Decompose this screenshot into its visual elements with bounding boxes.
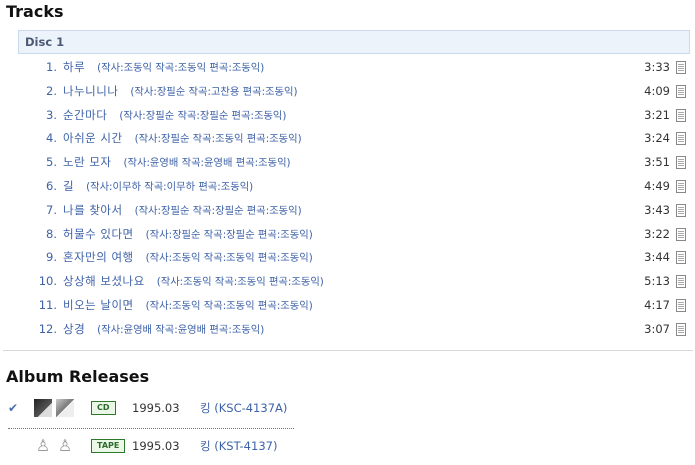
track-row: 1. 하루 (작사:조동익 작곡:조동익 편곡:조동익) 3:33 bbox=[18, 56, 690, 80]
track-title-link[interactable]: 아쉬운 시간 (작사:장필순 작곡:조동익 편곡:조동익) bbox=[63, 127, 302, 152]
release-date: 1995.03 bbox=[132, 401, 180, 415]
release-date: 1995.03 bbox=[132, 439, 180, 453]
lyrics-doc-icon[interactable] bbox=[676, 179, 686, 193]
figure-icon[interactable]: ♙ bbox=[56, 437, 74, 455]
track-credits: (작사:윤영배 작곡:윤영배 편곡:조동익) bbox=[123, 157, 291, 170]
track-row: 4. 아쉬운 시간 (작사:장필순 작곡:조동익 편곡:조동익) 3:24 bbox=[18, 127, 690, 151]
lyrics-doc-icon[interactable] bbox=[676, 84, 686, 98]
track-duration: 3:22 bbox=[644, 226, 670, 241]
track-credits: (작사:조동익 작곡:조동익 편곡:조동익) bbox=[145, 299, 313, 312]
track-credits: (작사:장필순 작곡:장필순 편곡:조동익) bbox=[145, 228, 313, 241]
album-cover-thumbnail[interactable] bbox=[34, 399, 52, 417]
lyrics-doc-icon[interactable] bbox=[676, 61, 686, 74]
track-row: 2. 나누니니나 (작사:장필순 작곡:고찬용 편곡:조동익) 4:09 bbox=[18, 80, 690, 104]
track-number: 12. bbox=[38, 321, 57, 336]
track-duration: 3:21 bbox=[644, 107, 670, 122]
album-cover-thumbnail[interactable] bbox=[56, 399, 74, 417]
track-title-link[interactable]: 상상해 보셨나요 (작사:조동익 작곡:조동익 편곡:조동익) bbox=[63, 270, 324, 295]
track-title-link[interactable]: 나누니니나 (작사:장필순 작곡:고찬용 편곡:조동익) bbox=[63, 80, 298, 105]
track-credits: (작사:윤영배 작곡:윤영배 편곡:조동익) bbox=[97, 323, 265, 336]
track-duration: 5:13 bbox=[644, 274, 670, 289]
track-row: 9. 혼자만의 여행 (작사:조동익 작곡:조동익 편곡:조동익) 3:44 bbox=[18, 246, 690, 270]
track-number: 11. bbox=[38, 297, 57, 312]
figure-icon[interactable]: ♙ bbox=[34, 437, 52, 455]
track-title-link[interactable]: 허물수 있다면 (작사:장필순 작곡:장필순 편곡:조동익) bbox=[63, 223, 313, 248]
track-number: 10. bbox=[38, 274, 57, 289]
release-label-link[interactable]: 킹 (KST-4137) bbox=[200, 434, 277, 458]
lyrics-doc-icon[interactable] bbox=[676, 132, 686, 146]
track-duration: 4:17 bbox=[644, 297, 670, 312]
track-credits: (작사:장필순 작곡:장필순 편곡:조동익) bbox=[134, 204, 302, 217]
track-title-link[interactable]: 길 (작사:이무하 작곡:이무하 편곡:조동익) bbox=[63, 175, 253, 200]
track-title-link[interactable]: 혼자만의 여행 (작사:조동익 작곡:조동익 편곡:조동익) bbox=[63, 246, 313, 271]
track-title-link[interactable]: 순간마다 (작사:장필순 작곡:장필순 편곡:조동익) bbox=[63, 104, 286, 129]
lyrics-doc-icon[interactable] bbox=[676, 322, 686, 336]
disc-header: Disc 1 bbox=[18, 30, 690, 54]
format-badge: CD bbox=[91, 401, 116, 415]
track-duration: 4:49 bbox=[644, 178, 670, 193]
lyrics-doc-icon[interactable] bbox=[676, 227, 686, 241]
track-row: 12. 상경 (작사:윤영배 작곡:윤영배 편곡:조동익) 3:07 bbox=[18, 318, 690, 342]
lyrics-doc-icon[interactable] bbox=[676, 298, 686, 312]
format-badge: TAPE bbox=[91, 439, 126, 453]
release-separator bbox=[8, 428, 294, 429]
album-releases-title: Album Releases bbox=[6, 367, 150, 386]
track-credits: (작사:조동익 작곡:조동익 편곡:조동익) bbox=[156, 276, 324, 289]
track-number: 4. bbox=[46, 131, 57, 146]
track-number: 2. bbox=[46, 83, 57, 98]
track-duration: 3:07 bbox=[644, 321, 670, 336]
track-number: 1. bbox=[46, 60, 57, 74]
track-title-link[interactable]: 나를 찾아서 (작사:장필순 작곡:장필순 편곡:조동익) bbox=[63, 199, 302, 224]
track-row: 5. 노란 모자 (작사:윤영배 작곡:윤영배 편곡:조동익) 3:51 bbox=[18, 151, 690, 175]
track-duration: 3:33 bbox=[644, 60, 670, 74]
lyrics-doc-icon[interactable] bbox=[676, 203, 686, 217]
disc-label: Disc 1 bbox=[25, 35, 65, 49]
track-credits: (작사:장필순 작곡:장필순 편곡:조동익) bbox=[119, 109, 287, 122]
lyrics-doc-icon[interactable] bbox=[676, 108, 686, 122]
lyrics-doc-icon[interactable] bbox=[676, 156, 686, 170]
lyrics-doc-icon[interactable] bbox=[676, 275, 686, 289]
track-credits: (작사:장필순 작곡:조동익 편곡:조동익) bbox=[134, 133, 302, 146]
track-number: 5. bbox=[46, 155, 57, 170]
tracks-section-title: Tracks bbox=[6, 2, 64, 21]
track-row: 11. 비오는 날이면 (작사:조동익 작곡:조동익 편곡:조동익) 4:17 bbox=[18, 294, 690, 318]
check-icon: ✔ bbox=[8, 401, 19, 415]
track-duration: 3:51 bbox=[644, 155, 670, 170]
track-duration: 3:43 bbox=[644, 202, 670, 217]
track-title-link[interactable]: 노란 모자 (작사:윤영배 작곡:윤영배 편곡:조동익) bbox=[63, 151, 291, 176]
track-number: 7. bbox=[46, 202, 57, 217]
tracks-divider bbox=[3, 350, 693, 351]
release-label-link[interactable]: 킹 (KSC-4137A) bbox=[200, 396, 287, 420]
track-title-link[interactable]: 하루 (작사:조동익 작곡:조동익 편곡:조동익) bbox=[63, 56, 264, 81]
track-duration: 3:24 bbox=[644, 131, 670, 146]
track-number: 6. bbox=[46, 178, 57, 193]
track-number: 9. bbox=[46, 250, 57, 265]
track-list: 1. 하루 (작사:조동익 작곡:조동익 편곡:조동익) 3:33 2. 나누니니… bbox=[18, 56, 690, 342]
track-number: 3. bbox=[46, 107, 57, 122]
track-credits: (작사:장필순 작곡:고찬용 편곡:조동익) bbox=[130, 85, 298, 98]
lyrics-doc-icon[interactable] bbox=[676, 251, 686, 265]
release-row: ✔ CD 1995.03 킹 (KSC-4137A) bbox=[0, 396, 695, 420]
track-credits: (작사:이무하 작곡:이무하 편곡:조동익) bbox=[86, 180, 254, 193]
track-credits: (작사:조동익 작곡:조동익 편곡:조동익) bbox=[97, 62, 265, 74]
track-row: 7. 나를 찾아서 (작사:장필순 작곡:장필순 편곡:조동익) 3:43 bbox=[18, 199, 690, 223]
track-title-link[interactable]: 비오는 날이면 (작사:조동익 작곡:조동익 편곡:조동익) bbox=[63, 294, 313, 319]
track-row: 3. 순간마다 (작사:장필순 작곡:장필순 편곡:조동익) 3:21 bbox=[18, 104, 690, 128]
release-row: ♙ ♙ TAPE 1995.03 킹 (KST-4137) bbox=[0, 434, 695, 458]
track-credits: (작사:조동익 작곡:조동익 편곡:조동익) bbox=[145, 252, 313, 265]
track-title-link[interactable]: 상경 (작사:윤영배 작곡:윤영배 편곡:조동익) bbox=[63, 318, 264, 343]
track-duration: 3:44 bbox=[644, 250, 670, 265]
track-row: 10. 상상해 보셨나요 (작사:조동익 작곡:조동익 편곡:조동익) 5:13 bbox=[18, 270, 690, 294]
track-row: 6. 길 (작사:이무하 작곡:이무하 편곡:조동익) 4:49 bbox=[18, 175, 690, 199]
track-row: 8. 허물수 있다면 (작사:장필순 작곡:장필순 편곡:조동익) 3:22 bbox=[18, 223, 690, 247]
track-number: 8. bbox=[46, 226, 57, 241]
track-duration: 4:09 bbox=[644, 83, 670, 98]
